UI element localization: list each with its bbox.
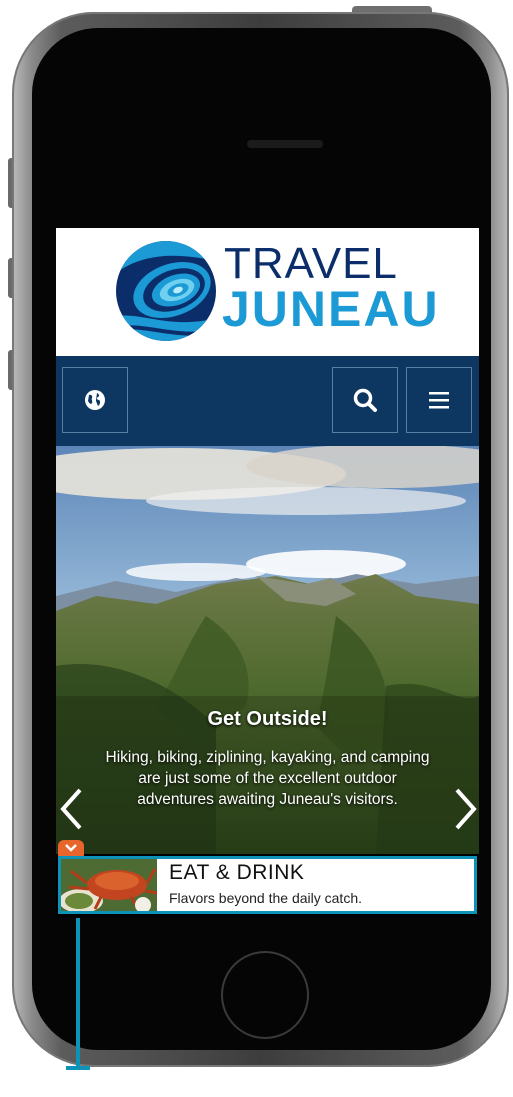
home-button[interactable] bbox=[221, 951, 309, 1039]
logo-text-juneau: JUNEAU bbox=[222, 281, 440, 337]
search-button[interactable] bbox=[332, 367, 398, 433]
hero-title: Get Outside! bbox=[207, 708, 328, 730]
promo-thumbnail bbox=[61, 859, 157, 911]
crab-dish-image bbox=[61, 859, 157, 911]
hamburger-menu-icon bbox=[429, 392, 449, 409]
top-navigation-bar bbox=[56, 356, 479, 446]
phone-screen: TRAVEL JUNEAU Get Outside! Hiking, bikin… bbox=[56, 228, 479, 918]
eat-drink-promo-banner[interactable]: EAT & DRINK Flavors beyond the daily cat… bbox=[58, 856, 477, 914]
annotation-pointer-base bbox=[66, 1066, 90, 1070]
search-icon bbox=[353, 388, 377, 412]
chevron-down-icon bbox=[65, 844, 77, 852]
hero-caption: Get Outside! Hiking, biking, ziplining, … bbox=[56, 708, 479, 810]
logo-header: TRAVEL JUNEAU bbox=[56, 228, 479, 356]
hero-description: Hiking, biking, ziplining, kayaking, and… bbox=[105, 749, 430, 808]
earpiece-speaker bbox=[247, 140, 323, 148]
juneau-logo-mark-icon bbox=[116, 241, 216, 341]
carousel-next-arrow-icon[interactable] bbox=[453, 786, 479, 832]
hero-carousel[interactable]: Get Outside! Hiking, biking, ziplining, … bbox=[56, 446, 479, 854]
globe-icon bbox=[85, 390, 105, 410]
annotation-pointer-line bbox=[76, 918, 80, 1068]
promo-title: EAT & DRINK bbox=[169, 861, 305, 884]
promo-close-button[interactable] bbox=[58, 840, 84, 856]
logo-text-travel: TRAVEL bbox=[224, 239, 398, 288]
language-button[interactable] bbox=[62, 367, 128, 433]
promo-subtitle: Flavors beyond the daily catch. bbox=[169, 890, 362, 906]
menu-button[interactable] bbox=[406, 367, 472, 433]
carousel-prev-arrow-icon[interactable] bbox=[58, 786, 84, 832]
